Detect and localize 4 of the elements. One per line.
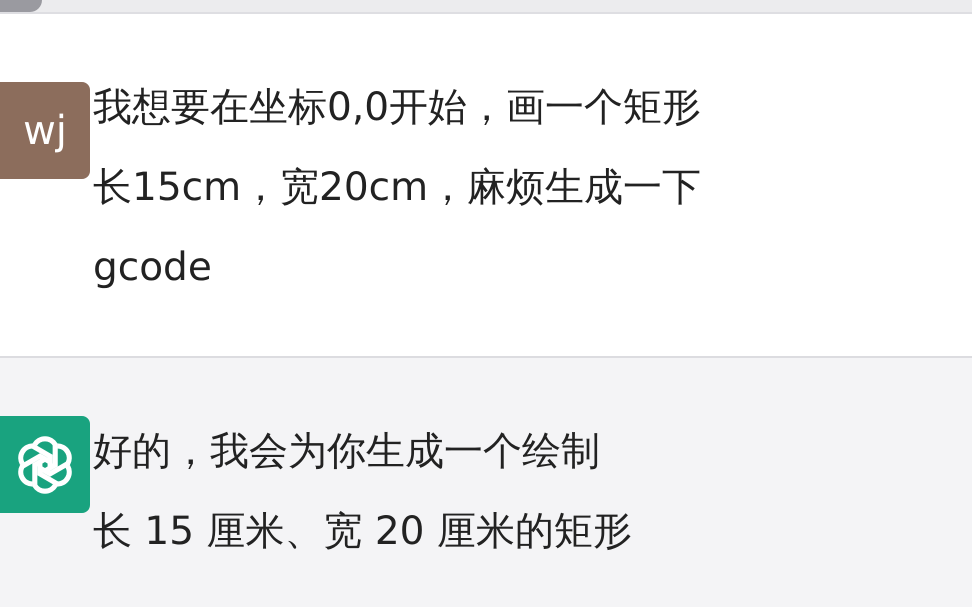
message-text: 我想要在坐标0,0开始，画一个矩形 长15cm，宽20cm，麻烦生成一下 gcode [93, 84, 702, 292]
user-avatar: wj [0, 82, 90, 179]
scroll-handle [0, 0, 42, 12]
message-text: 好的，我会为你生成一个绘制 长 15 厘米、宽 20 厘米的矩形 [93, 428, 632, 556]
